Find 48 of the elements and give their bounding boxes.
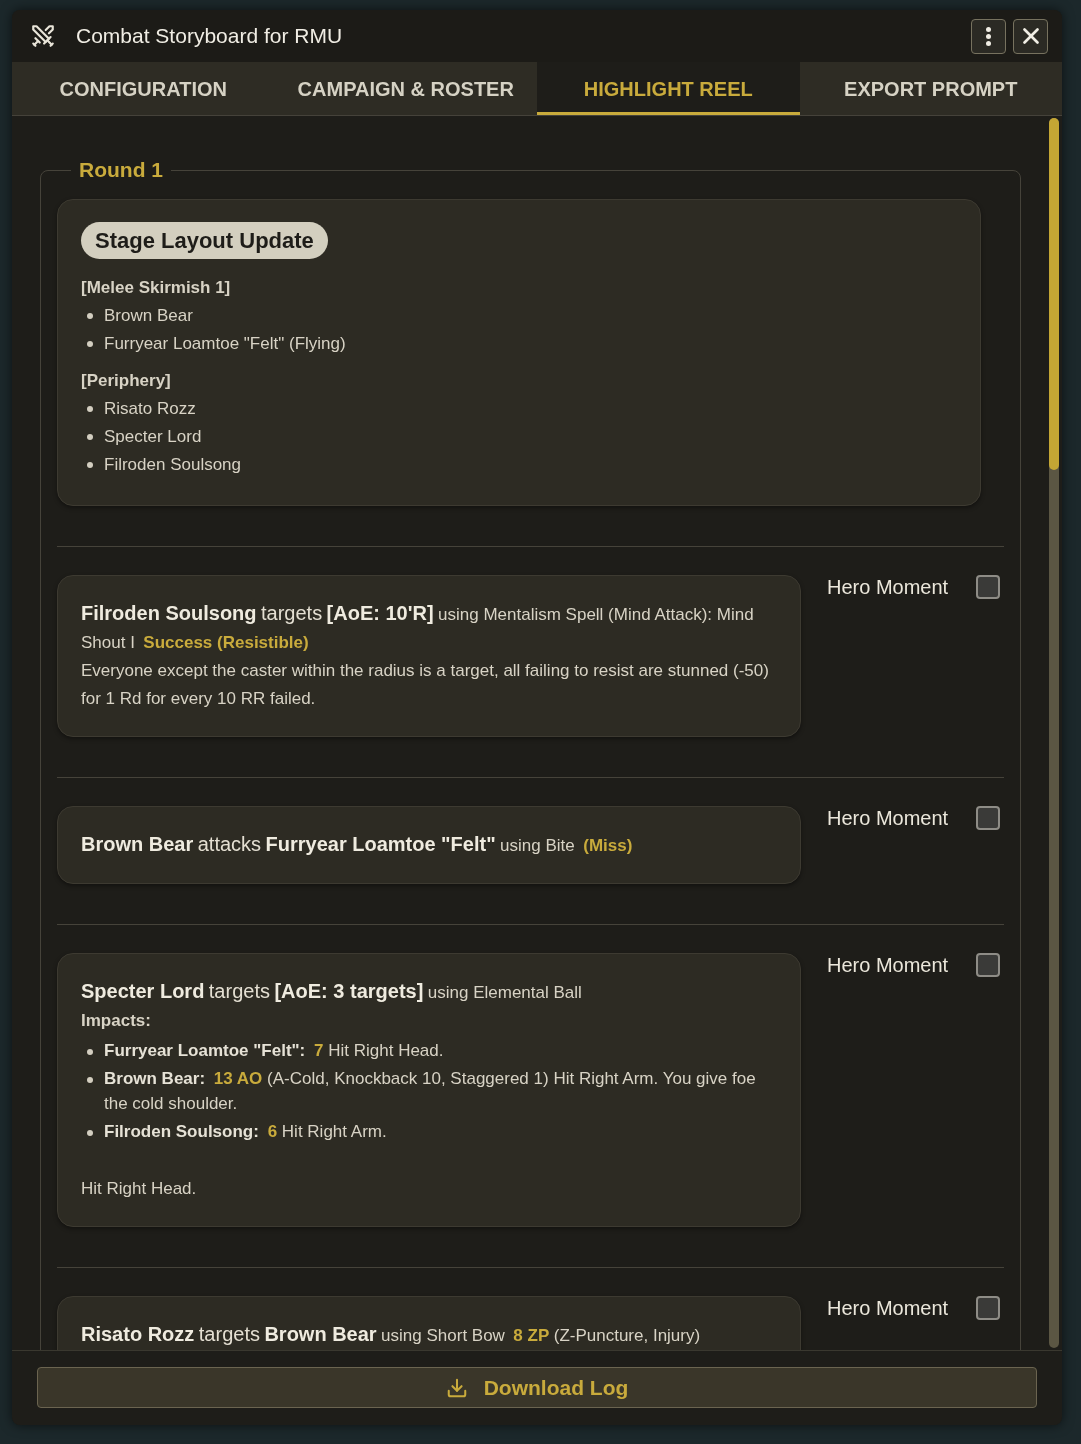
roster-name: Risato Rozz <box>104 398 196 420</box>
bullet-icon <box>87 1077 93 1083</box>
bullet-icon <box>87 462 93 468</box>
impact-text: Furryear Loamtoe "Felt": 7 Hit Right Head. <box>104 1040 444 1062</box>
download-icon <box>445 1376 468 1399</box>
tab[interactable]: HIGHLIGHT REEL <box>537 62 800 115</box>
roster-name: Furryear Loamtoe "Felt" (Flying) <box>104 333 346 355</box>
hero-moment-checkbox[interactable] <box>976 575 1000 599</box>
close-button[interactable] <box>1013 18 1048 54</box>
event-description: Everyone except the caster within the radius is a target, all failing to resist are stunned (-50) for 1 Rd for every 10 RR failed. <box>81 660 770 710</box>
roster-name: Filroden Soulsong <box>104 454 242 476</box>
hero-moment-label[interactable]: Hero Moment <box>827 951 949 979</box>
hero-moment-label[interactable]: Hero Moment <box>827 804 949 832</box>
scrollbar-thumb[interactable] <box>1049 118 1059 470</box>
hero-moment-checkbox[interactable] <box>976 1296 1000 1320</box>
bullet-icon <box>87 1049 93 1055</box>
group-heading: [Periphery] <box>81 370 172 392</box>
event-summary: Risato Rozz targets Brown Bear using Short Bow 8 ZP (Z-Puncture, Injury) <box>81 1322 702 1347</box>
window-title: Combat Storyboard for RMU <box>76 23 343 50</box>
hero-moment-label[interactable]: Hero Moment <box>827 573 949 601</box>
group-heading: [Melee Skirmish 1] <box>81 277 232 299</box>
download-log-button[interactable]: Download Log <box>37 1367 1037 1408</box>
roster-name: Brown Bear <box>104 305 193 327</box>
event-summary: Brown Bear attacks Furryear Loamtoe "Felt" using Bite (Miss) <box>81 832 634 857</box>
bullet-icon <box>87 1130 93 1136</box>
hero-moment-label[interactable]: Hero Moment <box>827 1294 949 1322</box>
event-description: Hit Right Head. <box>81 1178 198 1200</box>
tab[interactable]: EXPORT PROMPT <box>799 62 1062 115</box>
impacts-heading: Impacts: <box>81 1010 152 1032</box>
bullet-icon <box>87 341 93 347</box>
stage-update-badge: Stage Layout Update <box>81 222 328 259</box>
hero-moment-checkbox[interactable] <box>976 806 1000 830</box>
bullet-icon <box>87 434 93 440</box>
bullet-icon <box>87 313 93 319</box>
scrollbar-track[interactable] <box>1049 118 1059 1348</box>
menu-icon <box>986 26 991 46</box>
event-summary: Filroden Soulsong targets [AoE: 10'R] using Mentalism Spell (Mind Attack): Mind Shout I Success (Resistible) <box>81 601 755 654</box>
round-heading: Round 1 <box>78 158 164 182</box>
roster-name: Specter Lord <box>104 426 202 448</box>
impact-text: Brown Bear: 13 AO (A-Cold, Knockback 10, Staggered 1) Hit Right Arm. You give foe the cold shoulder. <box>104 1068 757 1115</box>
crossed-swords-icon <box>30 23 56 49</box>
tab[interactable]: CAMPAIGN & ROSTER <box>274 62 537 115</box>
event-summary: Specter Lord targets [AoE: 3 targets] using Elemental Ball <box>81 979 583 1004</box>
menu-button[interactable] <box>971 18 1006 54</box>
impact-text: Filroden Soulsong: 6 Hit Right Arm. <box>104 1121 387 1143</box>
tab[interactable]: CONFIGURATION <box>12 62 275 115</box>
hero-moment-checkbox[interactable] <box>976 953 1000 977</box>
bullet-icon <box>87 406 93 412</box>
